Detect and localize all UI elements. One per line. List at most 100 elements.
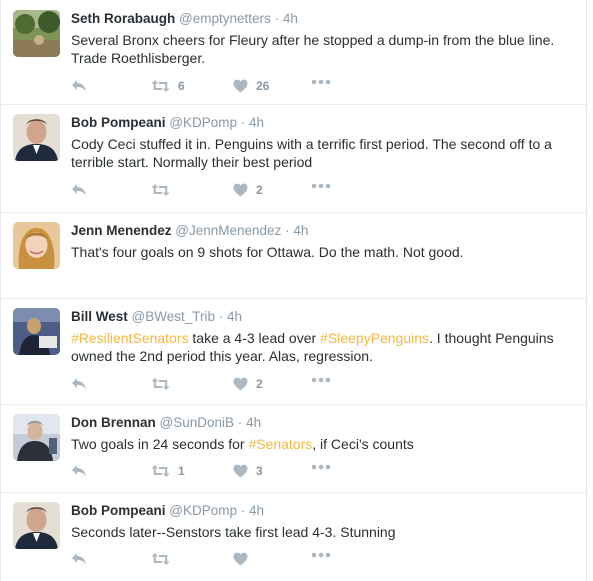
tweet-text: Cody Ceci stuffed it in. Penguins with a… (71, 136, 552, 170)
more-button[interactable] (311, 464, 331, 470)
tweet-timestamp[interactable]: 4h (249, 503, 264, 518)
reply-button[interactable] (71, 183, 87, 197)
separator-dot: · (285, 223, 290, 238)
tweet[interactable]: Bill West @BWest_Trib · 4h #ResilientSen… (1, 298, 586, 405)
avatar[interactable] (13, 502, 60, 549)
tweet[interactable]: Bob Pompeani @KDPomp · 4h Cody Ceci stuf… (1, 104, 586, 213)
author-handle[interactable]: @KDPomp (169, 115, 237, 130)
retweet-button[interactable]: 6 (151, 79, 185, 93)
avatar[interactable] (13, 222, 60, 269)
hashtag-link[interactable]: #Senators (248, 436, 312, 452)
reply-button[interactable] (71, 79, 87, 93)
avatar[interactable] (13, 10, 60, 57)
reply-icon (72, 80, 86, 92)
timeline: Seth Rorabaugh @emptynetters · 4h Severa… (0, 0, 587, 581)
more-button[interactable] (311, 79, 331, 85)
tweet-timestamp[interactable]: 4h (293, 223, 308, 238)
tweet-timestamp[interactable]: 4h (227, 309, 242, 324)
avatar[interactable] (13, 114, 60, 161)
reply-icon (72, 553, 86, 565)
heart-icon (233, 79, 248, 93)
like-button[interactable] (233, 552, 256, 566)
tweet-text: Two goals in 24 seconds for #Senators, i… (71, 435, 570, 453)
reply-icon (72, 184, 86, 196)
tweet[interactable]: Don Brennan @SunDoniB · 4h Two goals in … (1, 404, 586, 493)
reply-button[interactable] (71, 552, 87, 566)
tweet-header: Seth Rorabaugh @emptynetters · 4h (71, 11, 298, 26)
author-name[interactable]: Bob Pompeani (71, 115, 166, 130)
retweet-button[interactable] (151, 377, 178, 391)
like-count: 2 (256, 183, 263, 197)
retweet-button[interactable] (151, 552, 178, 566)
tweet[interactable]: Bob Pompeani @KDPomp · 4h Seconds later-… (1, 492, 586, 581)
more-icon (311, 552, 331, 558)
retweet-button[interactable] (151, 183, 178, 197)
heart-icon (233, 552, 248, 566)
author-handle[interactable]: @KDPomp (169, 503, 237, 518)
like-count: 2 (256, 377, 263, 391)
like-count: 3 (256, 464, 263, 478)
retweet-button[interactable]: 1 (151, 464, 185, 478)
separator-dot: · (274, 11, 280, 26)
retweet-count: 1 (178, 464, 185, 478)
reply-button[interactable] (71, 377, 87, 391)
author-name[interactable]: Seth Rorabaugh (71, 11, 175, 26)
separator-dot: · (240, 115, 246, 130)
reply-icon (72, 378, 86, 390)
avatar[interactable] (13, 308, 60, 355)
tweet-header: Bob Pompeani @KDPomp · 4h (71, 115, 264, 130)
tweet-text: Seconds later--Senstors take first lead … (71, 524, 396, 540)
tweet-header: Bob Pompeani @KDPomp · 4h (71, 503, 264, 518)
like-button[interactable]: 2 (233, 377, 263, 391)
more-button[interactable] (311, 377, 331, 383)
more-icon (311, 377, 331, 383)
tweet-header: Bill West @BWest_Trib · 4h (71, 309, 242, 324)
heart-icon (233, 377, 248, 391)
tweet-text: Several Bronx cheers for Fleury after he… (71, 32, 555, 66)
retweet-icon (151, 184, 170, 196)
tweet-header: Don Brennan @SunDoniB · 4h (71, 415, 261, 430)
retweet-icon (151, 465, 170, 477)
retweet-icon (151, 553, 170, 565)
separator-dot: · (237, 415, 243, 430)
hashtag-link[interactable]: #ResilientSenators (71, 330, 189, 346)
like-button[interactable]: 26 (233, 79, 269, 93)
separator-dot: · (218, 309, 224, 324)
tweet-timestamp[interactable]: 4h (283, 11, 298, 26)
more-icon (311, 464, 331, 470)
reply-icon (72, 465, 86, 477)
tweet-timestamp[interactable]: 4h (246, 415, 261, 430)
tweet[interactable]: Seth Rorabaugh @emptynetters · 4h Severa… (1, 0, 586, 105)
separator-dot: · (240, 503, 246, 518)
author-handle[interactable]: @BWest_Trib (132, 309, 215, 324)
more-button[interactable] (311, 183, 331, 189)
like-button[interactable]: 2 (233, 183, 263, 197)
tweet-text-segment: take a 4-3 lead over (188, 330, 321, 346)
author-name[interactable]: Don Brennan (71, 415, 156, 430)
retweet-count: 6 (178, 79, 185, 93)
tweet-text: That's four goals on 9 shots for Ottawa.… (71, 244, 464, 260)
author-name[interactable]: Bill West (71, 309, 128, 324)
tweet-text: #ResilientSenators take a 4-3 lead over … (71, 329, 570, 365)
author-name[interactable]: Bob Pompeani (71, 503, 166, 518)
tweet-header: Jenn Menendez @JennMenendez · 4h (71, 223, 308, 238)
retweet-icon (151, 378, 170, 390)
tweet-text-segment: , if Ceci's counts (312, 436, 414, 452)
author-name[interactable]: Jenn Menendez (71, 223, 172, 238)
tweet-text-segment: Two goals in 24 seconds for (71, 436, 249, 452)
author-handle[interactable]: @JennMenendez (175, 223, 281, 238)
avatar[interactable] (13, 414, 60, 461)
tweet[interactable]: Jenn Menendez @JennMenendez · 4h That's … (1, 212, 586, 299)
more-icon (311, 183, 331, 189)
retweet-icon (151, 80, 170, 92)
hashtag-link[interactable]: #SleepyPenguins (320, 330, 429, 346)
reply-button[interactable] (71, 464, 87, 478)
author-handle[interactable]: @SunDoniB (160, 415, 235, 430)
heart-icon (233, 183, 248, 197)
like-count: 26 (256, 79, 270, 93)
heart-icon (233, 464, 248, 478)
like-button[interactable]: 3 (233, 464, 263, 478)
author-handle[interactable]: @emptynetters (179, 11, 271, 26)
more-button[interactable] (311, 552, 331, 558)
tweet-timestamp[interactable]: 4h (249, 115, 264, 130)
